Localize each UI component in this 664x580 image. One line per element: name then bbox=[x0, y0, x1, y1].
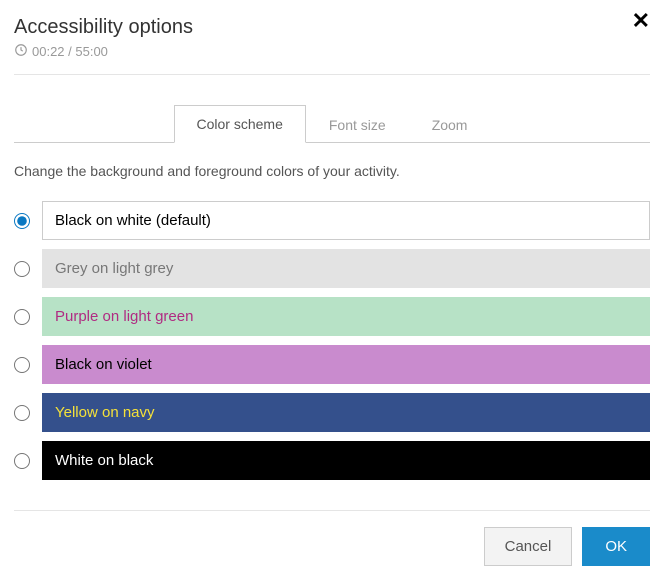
divider bbox=[14, 510, 650, 511]
clock-icon bbox=[14, 43, 28, 60]
tab-font-size[interactable]: Font size bbox=[306, 105, 409, 143]
tab-color-scheme[interactable]: Color scheme bbox=[174, 105, 306, 143]
color-option-swatch[interactable]: Black on violet bbox=[42, 345, 650, 384]
color-option-row[interactable]: Black on white (default) bbox=[14, 201, 650, 240]
color-option-radio[interactable] bbox=[14, 261, 30, 277]
timer-row: 00:22 / 55:00 bbox=[14, 43, 650, 60]
color-option-row[interactable]: Yellow on navy bbox=[14, 393, 650, 432]
tab-bar: Color scheme Font size Zoom bbox=[14, 105, 650, 143]
dialog-title: Accessibility options bbox=[14, 16, 650, 39]
ok-button[interactable]: OK bbox=[582, 527, 650, 566]
accessibility-dialog: ✕ Accessibility options 00:22 / 55:00 Co… bbox=[0, 0, 664, 580]
color-option-swatch[interactable]: White on black bbox=[42, 441, 650, 480]
color-option-radio[interactable] bbox=[14, 309, 30, 325]
tab-zoom[interactable]: Zoom bbox=[409, 105, 491, 143]
close-button[interactable]: ✕ bbox=[632, 10, 650, 32]
color-option-radio[interactable] bbox=[14, 453, 30, 469]
color-option-swatch[interactable]: Black on white (default) bbox=[42, 201, 650, 240]
color-scheme-options: Black on white (default) Grey on light gr… bbox=[14, 201, 650, 480]
color-option-row[interactable]: White on black bbox=[14, 441, 650, 480]
color-option-swatch[interactable]: Yellow on navy bbox=[42, 393, 650, 432]
color-option-row[interactable]: Black on violet bbox=[14, 345, 650, 384]
cancel-button[interactable]: Cancel bbox=[484, 527, 573, 566]
color-option-row[interactable]: Purple on light green bbox=[14, 297, 650, 336]
color-option-radio[interactable] bbox=[14, 405, 30, 421]
divider bbox=[14, 74, 650, 75]
tab-description: Change the background and foreground col… bbox=[14, 163, 650, 179]
color-option-swatch[interactable]: Grey on light grey bbox=[42, 249, 650, 288]
color-option-row[interactable]: Grey on light grey bbox=[14, 249, 650, 288]
dialog-footer: Cancel OK bbox=[14, 527, 650, 566]
close-icon: ✕ bbox=[632, 8, 650, 33]
color-option-swatch[interactable]: Purple on light green bbox=[42, 297, 650, 336]
color-option-radio[interactable] bbox=[14, 213, 30, 229]
timer-text: 00:22 / 55:00 bbox=[32, 44, 108, 59]
color-option-radio[interactable] bbox=[14, 357, 30, 373]
